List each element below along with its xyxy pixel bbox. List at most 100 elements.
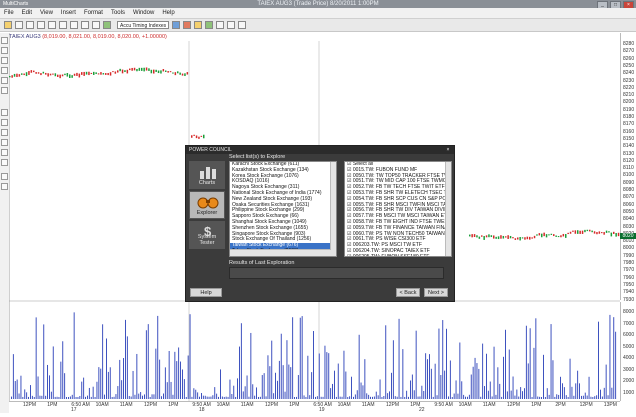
candle [124,70,126,73]
text-tool-icon[interactable] [1,119,8,126]
volume-bar [406,390,408,399]
cursor-tool-icon[interactable] [1,37,8,44]
arrow-tool-icon[interactable] [1,129,8,136]
candle [109,72,112,76]
menu-help[interactable]: Help [158,8,178,18]
back-button[interactable]: < Back [396,288,420,297]
volume-bar [522,391,523,399]
copy-icon[interactable] [70,21,78,29]
chart-icon[interactable] [216,21,224,29]
volume-bar [56,396,58,399]
symbol-list-scrollbar[interactable] [445,162,451,256]
signal-icon[interactable] [183,21,191,29]
print-icon[interactable] [37,21,45,29]
volume-bar [415,330,417,399]
portfolio-icon[interactable] [205,21,213,29]
zoom-icon[interactable] [48,21,56,29]
vertical-line-icon[interactable] [1,77,8,84]
window-titlebar: MultiCharts TAIEX AUG3 (Trade Price) 8/2… [0,0,636,9]
candle [565,234,567,238]
candle [589,229,591,232]
exchange-list[interactable]: Karachi Stock Exchange (611) Kazakhstan S… [229,161,337,257]
pencil-tool-icon[interactable] [1,173,8,180]
window-icon[interactable] [238,21,246,29]
rectangle-tool-icon[interactable] [1,149,8,156]
menu-file[interactable]: File [0,8,18,18]
volume-bar [320,396,322,399]
volume-bar [258,396,259,399]
symbol-list[interactable]: ☑ Select all ☑ 0015.TW: FUBON FUND MF ☑ 00… [344,161,452,257]
paste-icon[interactable] [81,21,89,29]
menu-format[interactable]: Format [80,8,107,18]
eraser-tool-icon[interactable] [1,183,8,190]
trendline-tool-icon[interactable] [1,57,8,64]
trend-icon[interactable] [172,21,180,29]
plus-icon[interactable] [103,21,111,29]
volume-bar [79,396,81,399]
menu-bar: File Edit View Insert Format Tools Windo… [0,8,636,19]
volume-bar [12,354,14,399]
volume-bar [495,394,497,399]
volume-bar [26,392,28,399]
nav-explorer[interactable]: Explorer [189,191,225,219]
volume-bar [174,351,176,399]
volume-bar [351,376,352,399]
volume-bar [307,355,309,399]
menu-tools[interactable]: Tools [107,8,129,18]
volume-bar [482,343,484,399]
dialog-close-button[interactable]: × [445,147,451,153]
volume-bar [58,396,60,399]
volume-bar [377,395,379,399]
nav-system-tester[interactable]: $ System Tester [189,221,225,249]
price-tick-label: 7970 [623,267,635,274]
candle [505,236,507,238]
volume-bar [147,324,149,399]
volume-bar [128,395,130,399]
exchange-list-scrollbar[interactable] [330,162,336,256]
fibonacci-icon[interactable] [1,87,8,94]
exchange-list-hscrollbar[interactable] [230,249,331,256]
new-icon[interactable] [4,21,12,29]
time-tick-label: 12PM [265,402,279,408]
volume-bar [489,381,491,399]
candle [148,68,150,71]
candle [521,237,524,239]
menu-window[interactable]: Window [129,8,158,18]
volume-axis: 8000 7000 6000 5000 4000 3000 2000 1000 [620,302,636,401]
symbol-combo[interactable]: Accu Timing Indexes [117,21,169,29]
open-icon[interactable] [15,21,23,29]
candle [191,135,193,138]
save-icon[interactable] [26,21,34,29]
menu-edit[interactable]: Edit [18,8,36,18]
cut-icon[interactable] [59,21,67,29]
dialog-nav: Charts Explorer $ System Tester [189,158,225,288]
symbol-list-item[interactable]: ☑ 006205.TW: FUBON SSE180 ETF [345,253,451,257]
candle [557,236,560,238]
candle [18,74,21,77]
volume-bar [368,394,370,399]
time-tick-label: 10AM [216,402,230,408]
help-button[interactable]: Help [190,288,222,297]
volume-bar [554,396,556,399]
volume-bar [164,367,166,399]
price-tick-label: 8050 [623,208,635,215]
ellipse-tool-icon[interactable] [1,159,8,166]
dollar-icon[interactable] [194,21,202,29]
crosshair-tool-icon[interactable] [1,47,8,54]
horizontal-line-icon[interactable] [1,67,8,74]
volume-bar [510,390,512,399]
volume-bar [301,316,303,399]
volume-bar [465,396,466,399]
channel-tool-icon[interactable] [1,139,8,146]
next-button[interactable]: Next > [424,288,448,297]
menu-view[interactable]: View [36,8,57,18]
volume-bar [552,360,554,399]
price-tick-label: 8070 [623,194,635,201]
candle [107,73,109,76]
nav-charts[interactable]: Charts [189,161,225,189]
symbol-label: 006205.TW: FUBON SSE180 ETF [352,253,430,257]
cursor-icon[interactable] [92,21,100,29]
menu-insert[interactable]: Insert [57,8,80,18]
zoom-tool-icon[interactable] [1,109,8,116]
grid-icon[interactable] [227,21,235,29]
